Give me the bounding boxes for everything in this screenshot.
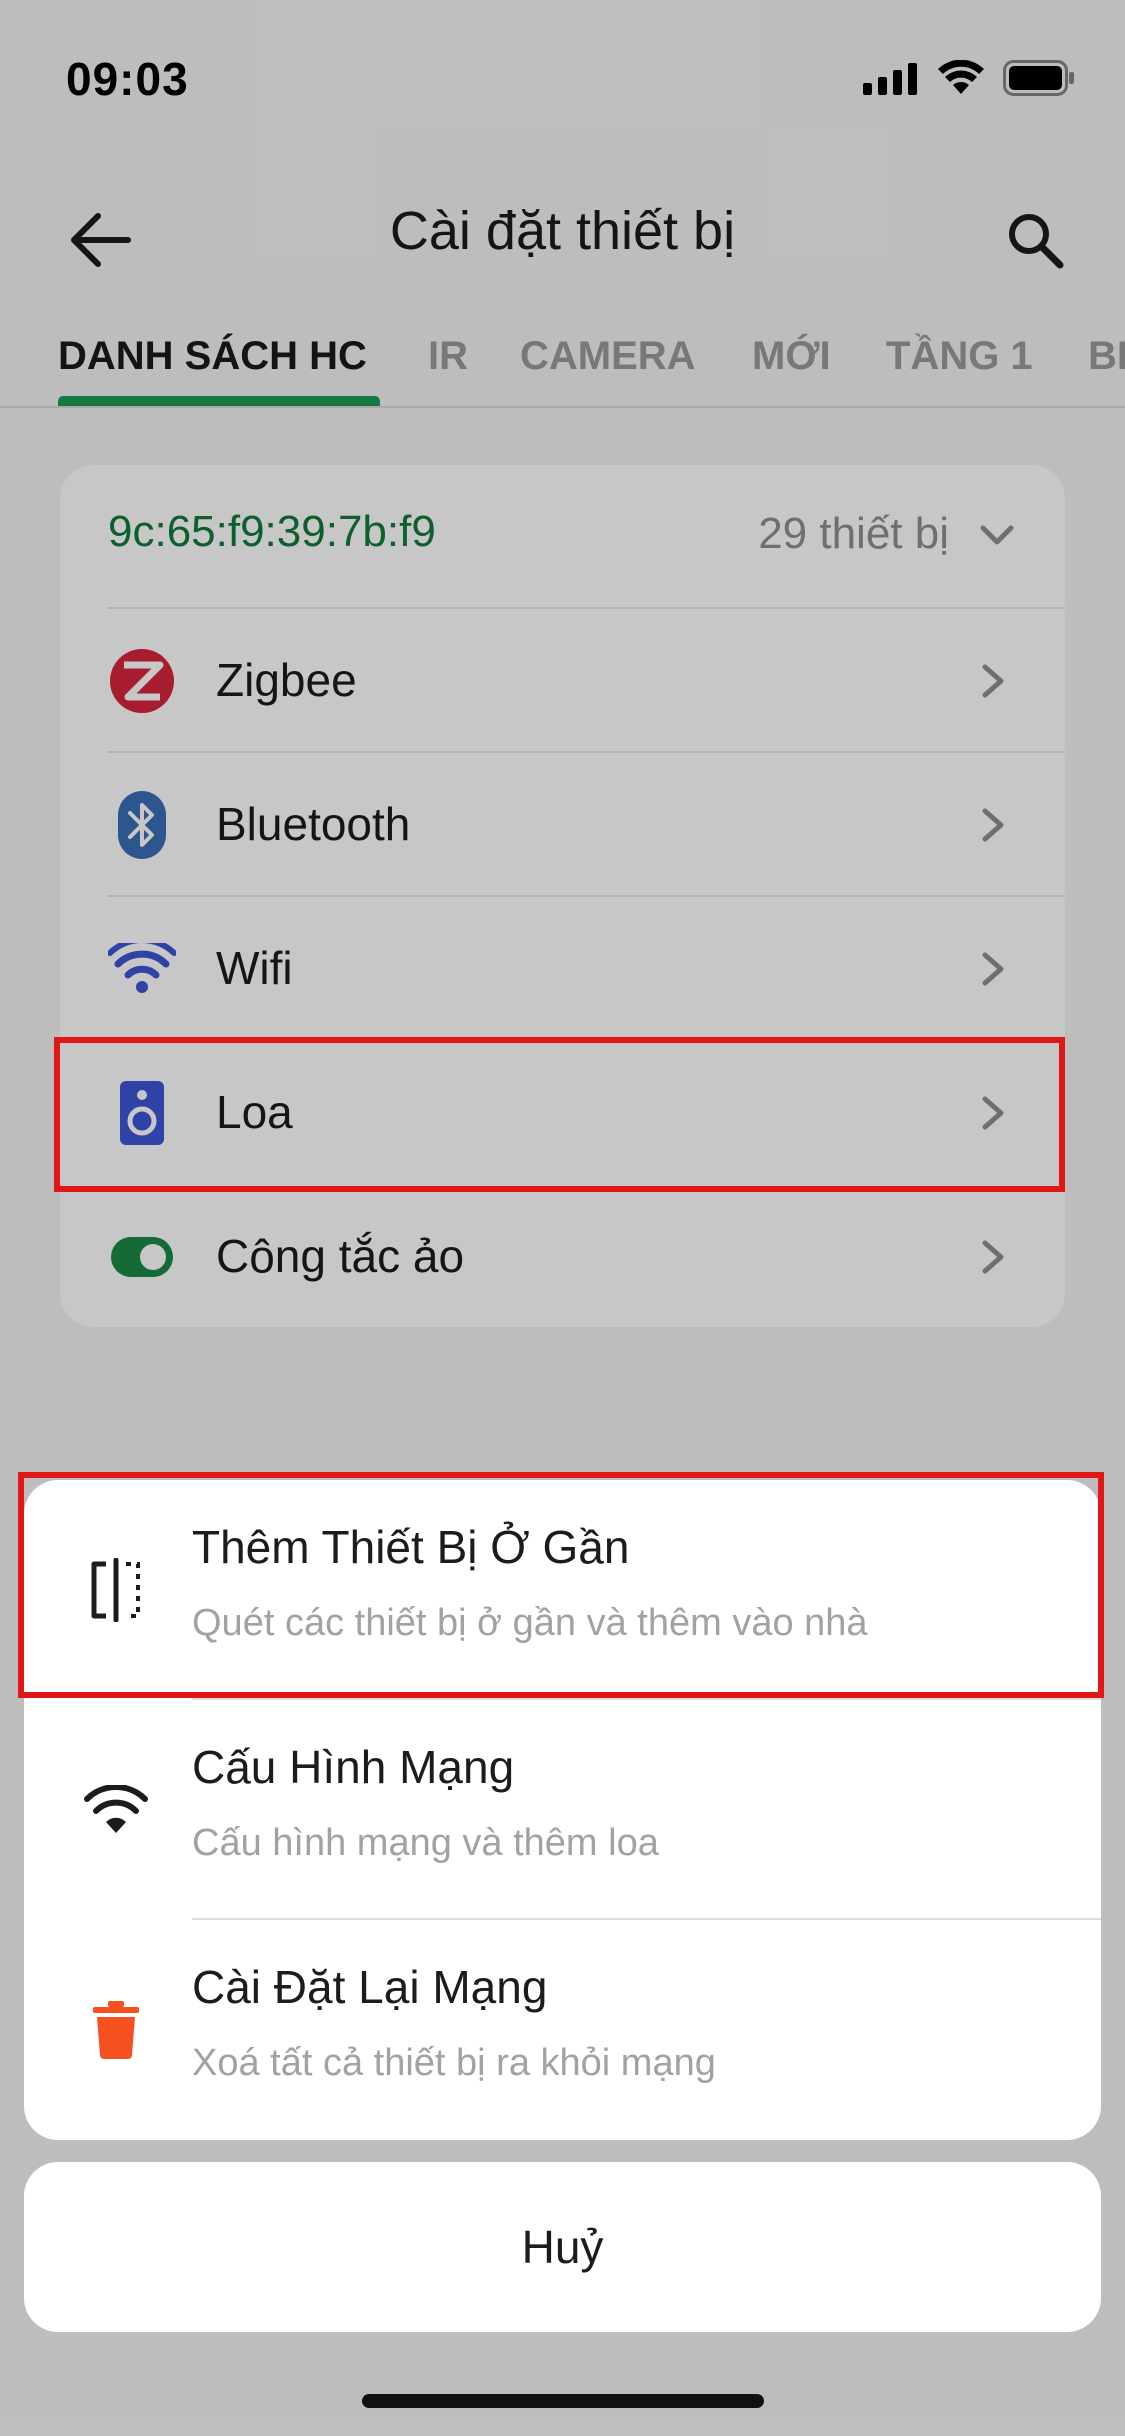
trash-icon bbox=[74, 1988, 158, 2072]
action-reset-network[interactable]: Cài Đặt Lại Mạng Xoá tất cả thiết bị ra … bbox=[24, 1920, 1101, 2140]
action-title: Cài Đặt Lại Mạng bbox=[192, 1961, 548, 2013]
highlight-box-add-nearby bbox=[18, 1472, 1104, 1698]
cancel-button[interactable]: Huỷ bbox=[24, 2162, 1101, 2332]
action-subtitle: Xoá tất cả thiết bị ra khỏi mạng bbox=[192, 2042, 716, 2084]
action-subtitle: Cấu hình mạng và thêm loa bbox=[192, 1822, 659, 1864]
home-indicator bbox=[362, 2394, 764, 2408]
highlight-box-loa bbox=[54, 1037, 1065, 1192]
screen: 09:03 Cài đặt thiết bị DANH SÁCH HC IR C… bbox=[0, 0, 1125, 2436]
action-network-config[interactable]: Cấu Hình Mạng Cấu hình mạng và thêm loa bbox=[24, 1700, 1101, 1920]
action-title: Cấu Hình Mạng bbox=[192, 1741, 515, 1793]
wifi-icon bbox=[74, 1768, 158, 1852]
